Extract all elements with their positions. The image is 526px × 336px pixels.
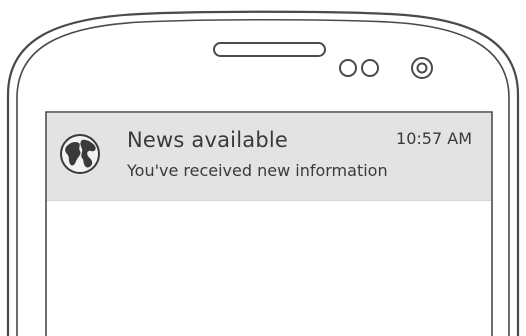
notification-title: News available (127, 128, 289, 152)
phone-mockup: News available You've received new infor… (0, 0, 526, 336)
phone-screen: News available You've received new infor… (47, 113, 491, 336)
front-camera (411, 57, 433, 79)
speaker-grille (213, 42, 326, 57)
globe-icon (60, 134, 100, 174)
notification-text: You've received new information (127, 161, 388, 180)
proximity-sensors (339, 59, 379, 77)
notification-time: 10:57 AM (396, 129, 472, 148)
news-notification[interactable]: News available You've received new infor… (47, 113, 491, 201)
